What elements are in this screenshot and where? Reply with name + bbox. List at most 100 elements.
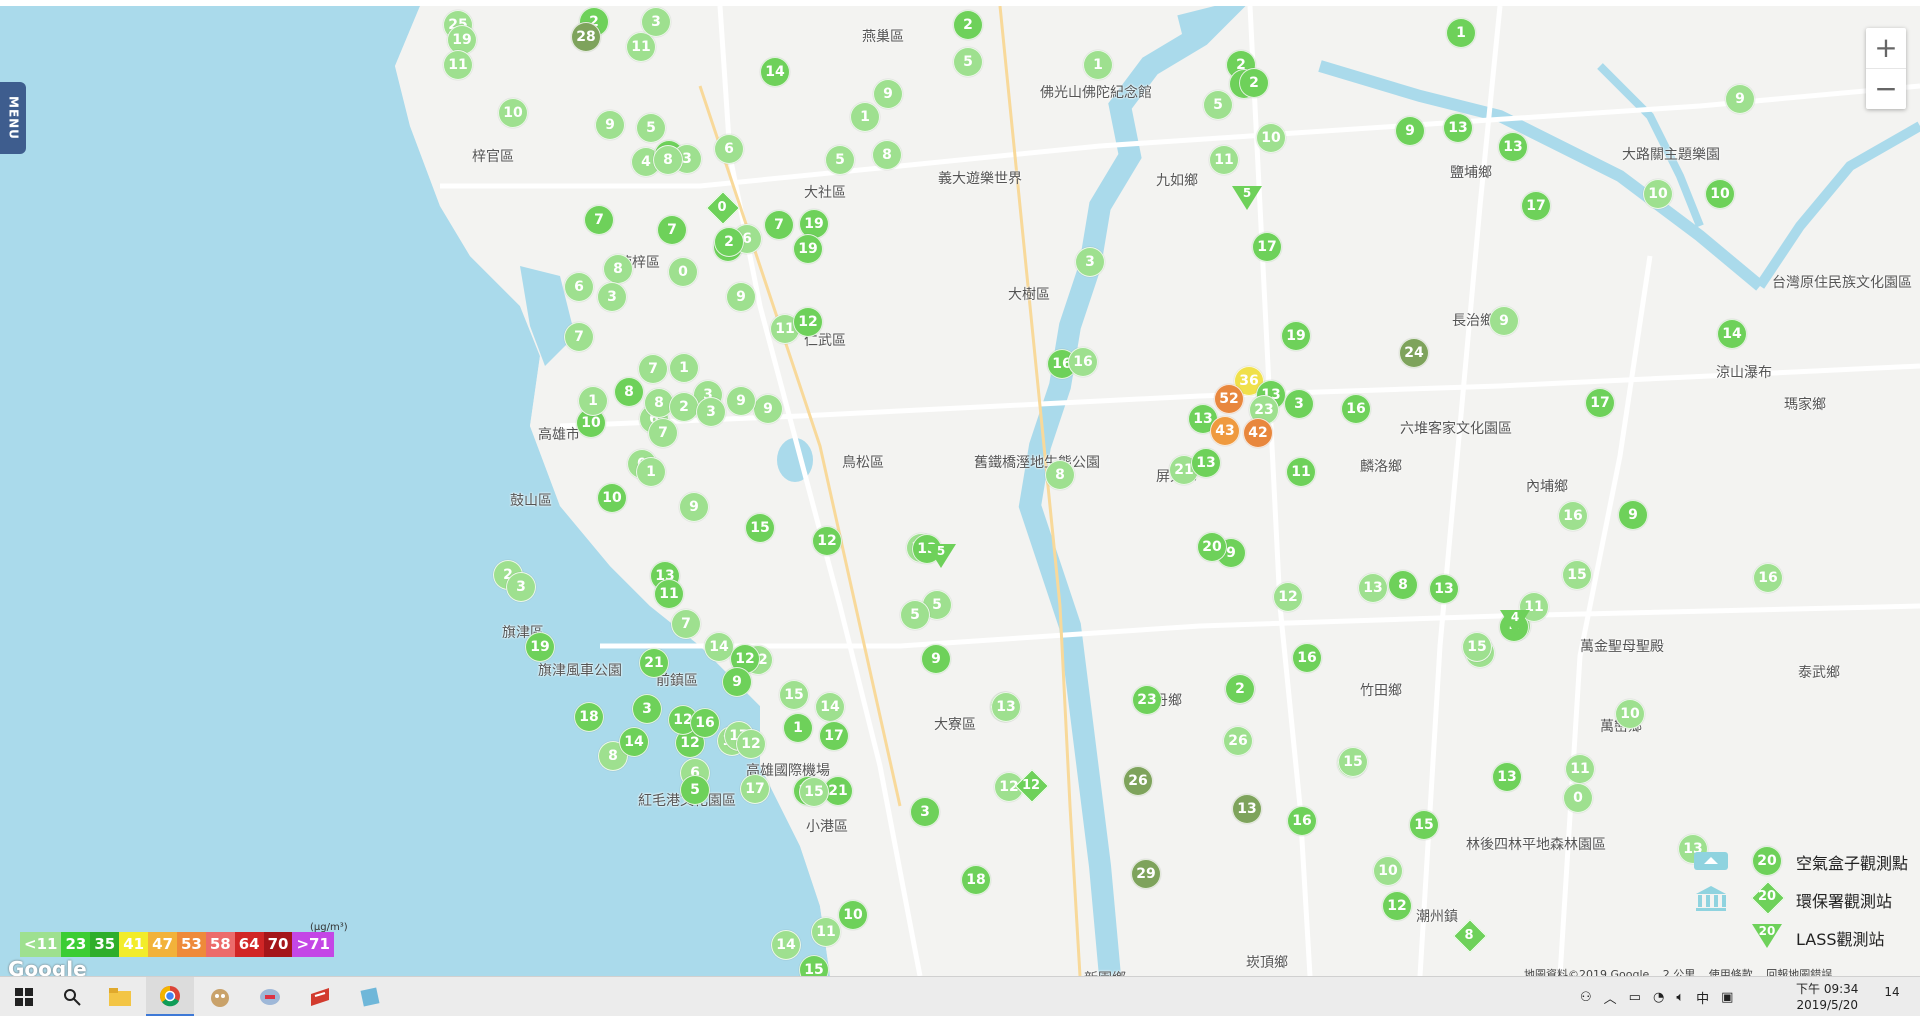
- airbox-sensor-marker[interactable]: 14: [771, 930, 801, 960]
- airbox-sensor-marker[interactable]: 10: [1373, 856, 1403, 886]
- airbox-sensor-marker[interactable]: 13: [1498, 132, 1528, 162]
- notification-center-icon[interactable]: 14: [1880, 985, 1904, 1009]
- airbox-sensor-marker[interactable]: 1: [636, 457, 666, 487]
- airbox-sensor-marker[interactable]: 5: [953, 47, 983, 77]
- airbox-sensor-marker[interactable]: 16: [1558, 501, 1588, 531]
- airbox-sensor-marker[interactable]: 43: [1210, 416, 1240, 446]
- airbox-sensor-marker[interactable]: 5: [680, 775, 710, 805]
- airbox-sensor-marker[interactable]: 7: [564, 322, 594, 352]
- airbox-sensor-marker[interactable]: 7: [671, 609, 701, 639]
- airbox-sensor-marker[interactable]: 17: [1252, 232, 1282, 262]
- airbox-sensor-marker[interactable]: 14: [815, 692, 845, 722]
- airbox-sensor-marker[interactable]: 9: [595, 110, 625, 140]
- airbox-sensor-marker[interactable]: 12: [812, 526, 842, 556]
- airbox-sensor-marker[interactable]: 8: [1045, 460, 1075, 490]
- airbox-sensor-marker[interactable]: 3: [696, 397, 726, 427]
- zoom-in-button[interactable]: +: [1866, 28, 1906, 68]
- airbox-sensor-marker[interactable]: 1: [1446, 18, 1476, 48]
- airbox-sensor-marker[interactable]: 15: [1462, 632, 1492, 662]
- airbox-sensor-marker[interactable]: 28: [571, 22, 601, 52]
- airbox-sensor-marker[interactable]: 29: [1131, 859, 1161, 889]
- airbox-sensor-marker[interactable]: 9: [679, 492, 709, 522]
- file-explorer-icon[interactable]: [96, 977, 144, 1016]
- airbox-sensor-marker[interactable]: 10: [1256, 123, 1286, 153]
- airbox-sensor-marker[interactable]: 15: [779, 680, 809, 710]
- airbox-sensor-marker[interactable]: 9: [1395, 116, 1425, 146]
- airbox-sensor-marker[interactable]: 3: [1075, 247, 1105, 277]
- airbox-sensor-marker[interactable]: 11: [443, 50, 473, 80]
- airbox-sensor-marker[interactable]: 13: [1443, 113, 1473, 143]
- airbox-sensor-marker[interactable]: 15: [745, 513, 775, 543]
- airbox-sensor-marker[interactable]: 7: [584, 205, 614, 235]
- zoom-out-button[interactable]: −: [1866, 69, 1906, 109]
- airbox-sensor-marker[interactable]: 16: [690, 708, 720, 738]
- airbox-sensor-marker[interactable]: 19: [525, 632, 555, 662]
- taskbar-clock[interactable]: 下午 09:34 2019/5/20: [1796, 981, 1858, 1013]
- report-error-link[interactable]: 回報地圖錯誤: [1766, 968, 1832, 976]
- airbox-sensor-marker[interactable]: 1: [1083, 50, 1113, 80]
- airbox-sensor-marker[interactable]: 10: [597, 483, 627, 513]
- volume-icon[interactable]: 🔈︎: [1676, 990, 1684, 1005]
- airbox-sensor-marker[interactable]: 6: [714, 134, 744, 164]
- airbox-sensor-marker[interactable]: 3: [506, 572, 536, 602]
- airbox-sensor-marker[interactable]: 10: [1643, 179, 1673, 209]
- airbox-sensor-marker[interactable]: 17: [1585, 388, 1615, 418]
- airbox-sensor-marker[interactable]: 15: [1409, 810, 1439, 840]
- menu-toggle-button[interactable]: MENU: [0, 82, 26, 154]
- airbox-sensor-marker[interactable]: 8: [614, 377, 644, 407]
- airbox-sensor-marker[interactable]: 11: [811, 917, 841, 947]
- airbox-sensor-marker[interactable]: 13: [991, 692, 1021, 722]
- airbox-sensor-marker[interactable]: 8: [603, 254, 633, 284]
- app-icon[interactable]: [246, 977, 294, 1016]
- airbox-sensor-marker[interactable]: 8: [1388, 570, 1418, 600]
- airbox-sensor-marker[interactable]: 15: [1562, 560, 1592, 590]
- airbox-sensor-marker[interactable]: 9: [1618, 500, 1648, 530]
- app-icon[interactable]: [346, 977, 394, 1016]
- chrome-icon[interactable]: [146, 977, 194, 1016]
- airbox-sensor-marker[interactable]: 8: [653, 145, 683, 175]
- terms-link[interactable]: 使用條款: [1709, 968, 1753, 976]
- airbox-sensor-marker[interactable]: 3: [597, 282, 627, 312]
- battery-icon[interactable]: ▭: [1629, 990, 1641, 1005]
- airbox-sensor-marker[interactable]: 7: [657, 215, 687, 245]
- airbox-sensor-marker[interactable]: 13: [1492, 762, 1522, 792]
- airbox-sensor-marker[interactable]: 9: [726, 282, 756, 312]
- airbox-sensor-marker[interactable]: 12: [736, 729, 766, 759]
- wifi-icon[interactable]: ◔: [1653, 990, 1664, 1005]
- airbox-sensor-marker[interactable]: 12: [793, 307, 823, 337]
- airbox-sensor-marker[interactable]: 2: [953, 10, 983, 40]
- airbox-sensor-marker[interactable]: 3: [910, 797, 940, 827]
- airbox-sensor-marker[interactable]: 5: [900, 600, 930, 630]
- airbox-sensor-marker[interactable]: 16: [1287, 806, 1317, 836]
- airbox-sensor-marker[interactable]: 9: [1489, 306, 1519, 336]
- airbox-sensor-marker[interactable]: 7: [764, 210, 794, 240]
- airbox-sensor-marker[interactable]: 2: [1239, 68, 1269, 98]
- airbox-sensor-marker[interactable]: 16: [1068, 347, 1098, 377]
- airbox-sensor-marker[interactable]: 12: [1382, 891, 1412, 921]
- airbox-sensor-marker[interactable]: 8: [872, 140, 902, 170]
- airbox-sensor-marker[interactable]: 11: [1565, 754, 1595, 784]
- airbox-sensor-marker[interactable]: 1: [783, 713, 813, 743]
- airbox-sensor-marker[interactable]: 18: [961, 865, 991, 895]
- airbox-sensor-marker[interactable]: 11: [1286, 457, 1316, 487]
- airbox-sensor-marker[interactable]: 12: [1273, 582, 1303, 612]
- airbox-sensor-marker[interactable]: 11: [654, 579, 684, 609]
- airbox-sensor-marker[interactable]: 15: [799, 777, 829, 807]
- airbox-sensor-marker[interactable]: 2: [669, 392, 699, 422]
- airbox-sensor-marker[interactable]: 11: [1209, 145, 1239, 175]
- airbox-sensor-marker[interactable]: 14: [760, 57, 790, 87]
- airbox-sensor-marker[interactable]: 2: [714, 227, 744, 257]
- airbox-sensor-marker[interactable]: 17: [1521, 191, 1551, 221]
- airbox-sensor-marker[interactable]: 9: [1725, 84, 1755, 114]
- app-icon[interactable]: [196, 977, 244, 1016]
- airbox-sensor-marker[interactable]: 42: [1243, 418, 1273, 448]
- airbox-sensor-marker[interactable]: 13: [1358, 573, 1388, 603]
- airbox-sensor-marker[interactable]: 13: [1429, 574, 1459, 604]
- airbox-sensor-marker[interactable]: 3: [1284, 389, 1314, 419]
- airbox-sensor-marker[interactable]: 16: [1341, 394, 1371, 424]
- airbox-sensor-marker[interactable]: 17: [819, 721, 849, 751]
- airbox-sensor-marker[interactable]: 6: [564, 272, 594, 302]
- airbox-sensor-marker[interactable]: 9: [726, 386, 756, 416]
- airbox-sensor-marker[interactable]: 26: [1123, 766, 1153, 796]
- airbox-sensor-marker[interactable]: 24: [1399, 338, 1429, 368]
